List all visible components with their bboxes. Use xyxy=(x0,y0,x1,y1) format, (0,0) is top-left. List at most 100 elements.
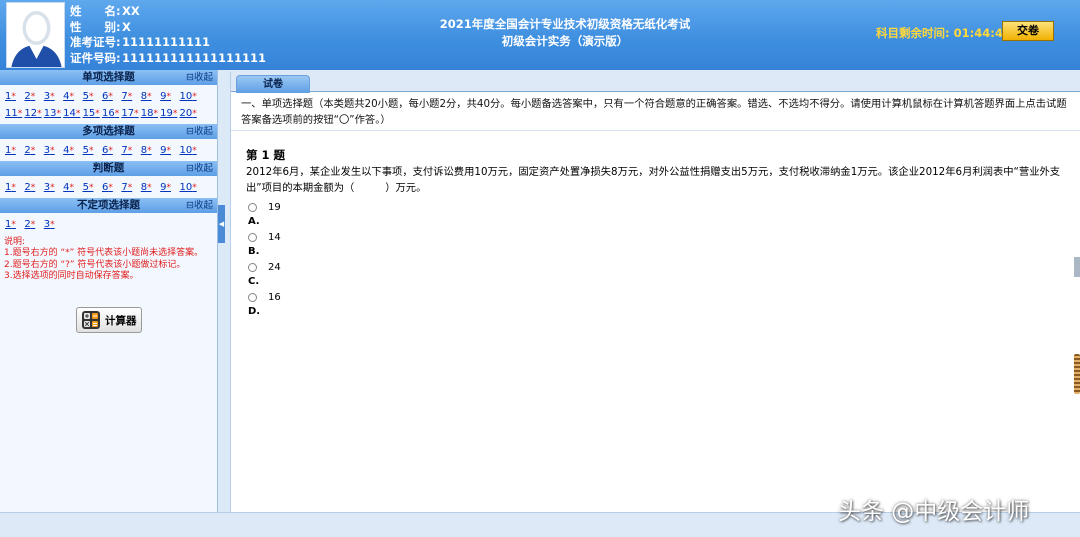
question-link[interactable]: 4* xyxy=(63,88,82,105)
question-link[interactable]: 11* xyxy=(5,105,24,122)
option-d[interactable]: 16 D. xyxy=(248,292,281,317)
question-link-number: 15 xyxy=(82,108,96,119)
question-link[interactable]: 16* xyxy=(102,105,121,122)
question-panel: 试卷 一、单项选择题（本类题共20小题，每小题2分，共40分。每小题备选答案中，… xyxy=(230,72,1080,512)
option-b[interactable]: 14 B. xyxy=(248,232,281,257)
unanswered-mark: * xyxy=(11,146,16,156)
question-link[interactable]: 2* xyxy=(24,179,43,196)
unanswered-mark: * xyxy=(127,183,133,193)
option-a[interactable]: 19 A. xyxy=(248,202,281,227)
question-link[interactable]: 1* xyxy=(5,88,24,105)
question-link[interactable]: 7* xyxy=(121,179,140,196)
section-collapse-button[interactable]: ⊟收起 xyxy=(186,198,213,213)
instructions-notes: 说明: 1.题号右方的 “*” 符号代表该小题尚未选择答案。 2.题号右方的 “… xyxy=(0,235,217,284)
question-link[interactable]: 6* xyxy=(102,88,121,105)
question-link-number: 11 xyxy=(5,108,18,119)
candidate-photo xyxy=(6,2,65,68)
question-link[interactable]: 13* xyxy=(44,105,63,122)
question-link[interactable]: 3* xyxy=(44,179,63,196)
question-link[interactable]: 3* xyxy=(44,88,63,105)
calculator-button[interactable]: 计算器 xyxy=(76,307,142,333)
unanswered-mark: * xyxy=(88,146,94,156)
option-c[interactable]: 24 C. xyxy=(248,262,281,287)
section-collapse-button[interactable]: ⊟收起 xyxy=(186,70,213,85)
question-stem: 2012年6月，某企业发生以下事项，支付诉讼费用10万元，固定资产处置净损失8万… xyxy=(246,166,1061,194)
scrollbar-grip[interactable] xyxy=(1074,354,1080,394)
tab-exam-paper[interactable]: 试卷 xyxy=(236,75,310,93)
unanswered-mark: * xyxy=(192,183,197,193)
question-number-grid: 1* 2* 3* xyxy=(0,213,217,235)
unanswered-mark: * xyxy=(30,183,36,193)
question-link[interactable]: 2* xyxy=(24,216,43,233)
question-link[interactable]: 2* xyxy=(24,88,43,105)
question-link[interactable]: 4* xyxy=(63,142,82,159)
unanswered-mark: * xyxy=(147,183,152,193)
question-number: 第 1 题 xyxy=(246,148,286,162)
question-link[interactable]: 10* xyxy=(180,179,199,196)
question-link[interactable]: 18* xyxy=(141,105,160,122)
unanswered-mark: * xyxy=(50,220,55,230)
question-link[interactable]: 2* xyxy=(24,142,43,159)
section-title: 不定项选择题 xyxy=(77,199,140,211)
question-link[interactable]: 10* xyxy=(180,142,199,159)
section-collapse-button[interactable]: ⊟收起 xyxy=(186,161,213,176)
question-link[interactable]: 1* xyxy=(5,142,24,159)
question-link[interactable]: 3* xyxy=(44,142,63,159)
admission-number-row: 准考证号:11111111111 xyxy=(70,35,211,49)
unanswered-mark: * xyxy=(95,109,100,119)
exam-title: 2021年度全国会计专业技术初级资格无纸化考试 初级会计实务（演示版） xyxy=(400,16,730,50)
question-link[interactable]: 14* xyxy=(63,105,82,122)
question-link[interactable]: 6* xyxy=(102,142,121,159)
question-link-number: 14 xyxy=(63,108,76,119)
question-link[interactable]: 3* xyxy=(44,216,63,233)
watermark-text: 头条 @中级会计师 xyxy=(838,499,1030,525)
unanswered-mark: * xyxy=(134,109,139,119)
question-link[interactable]: 8* xyxy=(141,88,160,105)
question-link[interactable]: 8* xyxy=(141,142,160,159)
question-link[interactable]: 8* xyxy=(141,179,160,196)
section-collapse-button[interactable]: ⊟收起 xyxy=(186,124,213,139)
chevron-left-icon: ◀ xyxy=(218,220,225,228)
candidate-name-row: 姓 名:XX xyxy=(70,4,140,18)
question-link[interactable]: 9* xyxy=(160,142,179,159)
question-link[interactable]: 1* xyxy=(5,179,24,196)
question-link[interactable]: 5* xyxy=(83,142,102,159)
unanswered-mark: * xyxy=(192,92,197,102)
question-link[interactable]: 10* xyxy=(180,88,199,105)
scrollbar-thumb[interactable] xyxy=(1074,257,1080,277)
question-link-number: 16 xyxy=(101,108,115,119)
option-d-radio[interactable] xyxy=(248,293,257,302)
question-link[interactable]: 7* xyxy=(121,142,140,159)
question-link[interactable]: 19* xyxy=(160,105,179,122)
question-link[interactable]: 9* xyxy=(160,179,179,196)
question-link[interactable]: 7* xyxy=(121,88,140,105)
remaining-time: 科目剩余时间: 01:44:46 xyxy=(876,25,1011,41)
avatar-silhouette-icon xyxy=(7,3,64,67)
id-number: 111111111111111111 xyxy=(122,50,267,65)
section-header: 判断题 ⊟收起 xyxy=(0,161,217,176)
section-title: 单项选择题 xyxy=(82,71,135,83)
question-link-number: 18 xyxy=(140,108,154,119)
question-link[interactable]: 15* xyxy=(83,105,102,122)
question-link[interactable]: 6* xyxy=(102,179,121,196)
option-a-radio[interactable] xyxy=(248,203,257,212)
question-link[interactable]: 9* xyxy=(160,88,179,105)
option-c-radio[interactable] xyxy=(248,263,257,272)
question-link[interactable]: 4* xyxy=(63,179,82,196)
option-b-radio[interactable] xyxy=(248,233,257,242)
unanswered-mark: * xyxy=(127,92,133,102)
unanswered-mark: * xyxy=(88,183,94,193)
question-link[interactable]: 17* xyxy=(121,105,140,122)
exam-header: 姓 名:XX 性 别:X 准考证号:11111111111 证件号码:11111… xyxy=(0,0,1080,70)
unanswered-mark: * xyxy=(11,92,16,102)
question-link[interactable]: 1* xyxy=(5,216,24,233)
question-link[interactable]: 20* xyxy=(180,105,199,122)
submit-exam-button[interactable]: 交卷 xyxy=(1002,21,1054,41)
unanswered-mark: * xyxy=(50,92,55,102)
sidebar-toggle-handle[interactable]: ◀ xyxy=(218,205,225,243)
question-link[interactable]: 5* xyxy=(83,88,102,105)
question-link[interactable]: 12* xyxy=(24,105,43,122)
unanswered-mark: * xyxy=(166,183,172,193)
question-link[interactable]: 5* xyxy=(83,179,102,196)
question-navigator: 单项选择题 ⊟收起 1* 2* 3* 4* 5* 6* 7* 8* 9* 10* 11* 12* 13* 14… xyxy=(0,70,218,512)
